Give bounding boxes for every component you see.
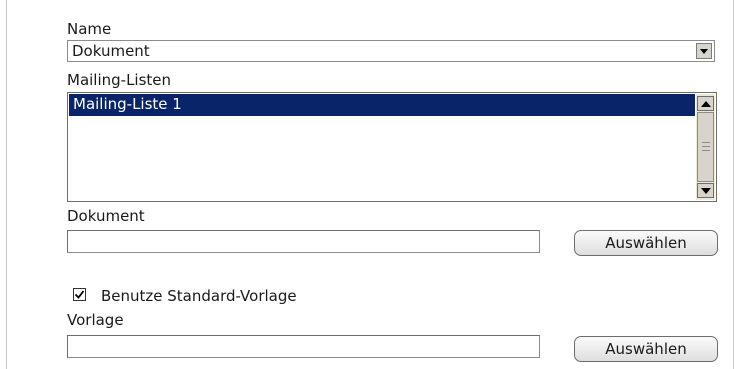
chevron-down-icon [700,48,708,54]
template-label: Vorlage [67,311,124,329]
name-select-value: Dokument [72,42,150,60]
scroll-down-button[interactable] [697,183,714,198]
arrow-down-icon [700,187,711,194]
mailing-lists-label: Mailing-Listen [67,71,172,89]
grip-line [702,142,710,143]
listbox-scrollbar[interactable] [696,94,715,200]
document-label: Dokument [67,207,145,225]
dialog-panel: Name Dokument Mailing-Listen Mailing-Lis… [6,0,734,369]
scrollbar-thumb[interactable] [697,112,714,182]
list-item[interactable]: Mailing-Liste 1 [69,94,695,116]
template-select-button[interactable]: Auswählen [574,336,718,362]
dropdown-arrow-button[interactable] [696,43,712,59]
scroll-up-button[interactable] [697,96,714,111]
document-select-button[interactable]: Auswählen [574,230,718,256]
name-label: Name [67,20,112,38]
checkmark-icon [74,290,85,299]
template-input[interactable] [67,335,540,358]
mailing-lists-listbox[interactable]: Mailing-Liste 1 [67,92,717,202]
use-default-template-label: Benutze Standard-Vorlage [101,287,297,305]
use-default-template-checkbox[interactable] [73,288,86,301]
document-input[interactable] [67,230,540,253]
grip-line [702,146,710,147]
name-select[interactable]: Dokument [67,40,715,62]
arrow-up-icon [700,100,711,107]
grip-line [702,150,710,151]
